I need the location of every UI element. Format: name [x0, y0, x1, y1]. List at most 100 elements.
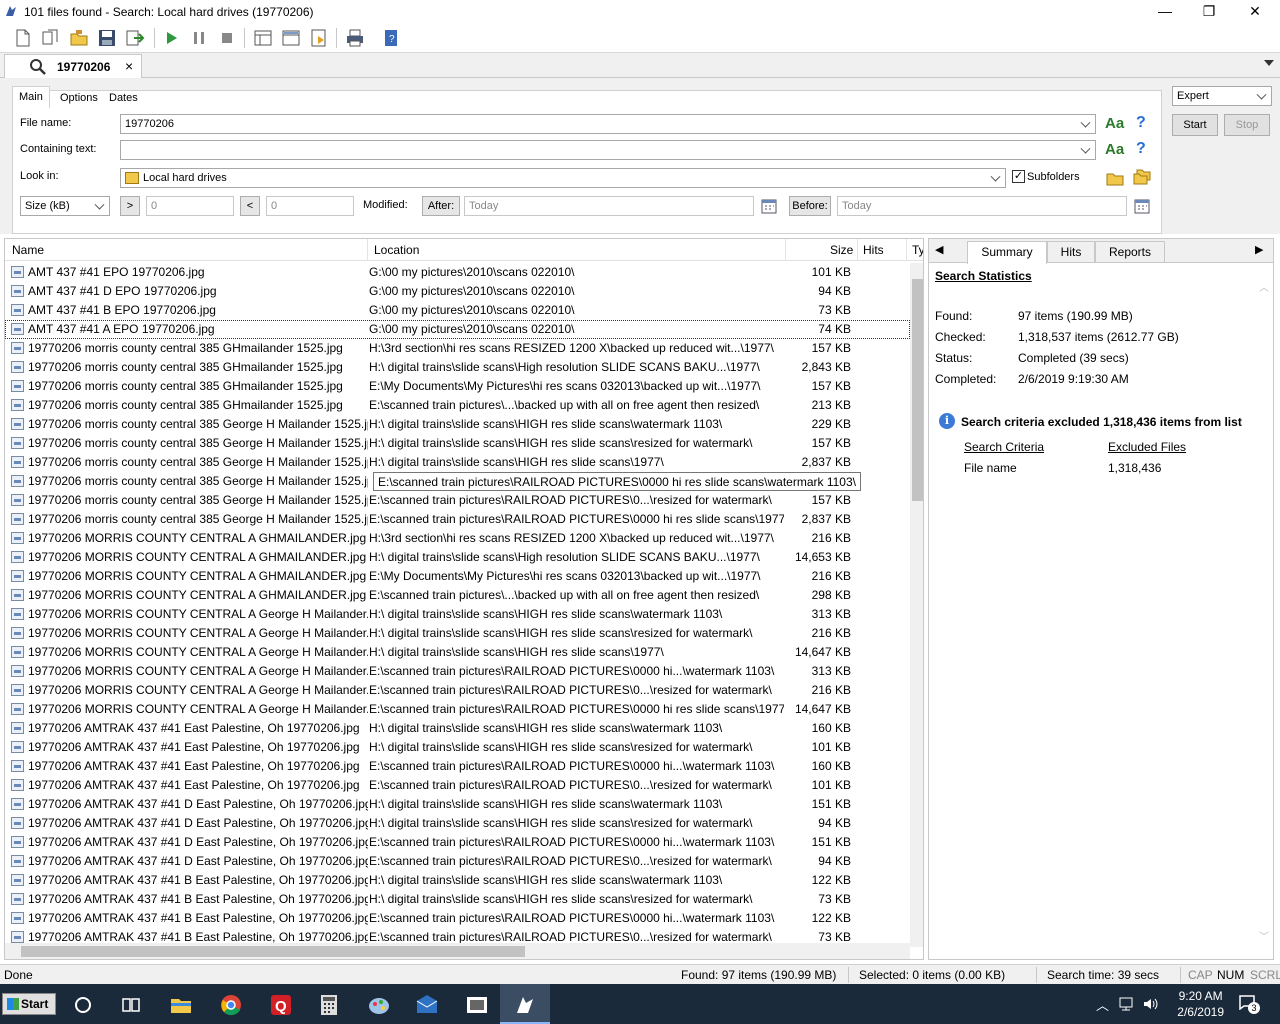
cortana-icon[interactable]	[70, 992, 96, 1018]
tab-summary[interactable]: Summary	[967, 241, 1047, 264]
new-search-icon[interactable]	[12, 27, 34, 49]
chevron-down-icon[interactable]	[1256, 89, 1267, 100]
chevron-down-icon[interactable]	[990, 171, 1001, 182]
help-book-icon[interactable]: ?	[380, 27, 402, 49]
table-row[interactable]: 19770206 AMTRAK 437 #41 East Palestine, …	[5, 719, 910, 738]
match-case-icon[interactable]: Aa	[1105, 141, 1124, 158]
table-row[interactable]: 19770206 AMTRAK 437 #41 B East Palestine…	[5, 909, 910, 928]
match-case-icon[interactable]: Aa	[1105, 115, 1124, 132]
look-in-select[interactable]: Local hard drives	[120, 168, 1006, 188]
table-row[interactable]: 19770206 morris county central 385 GHmai…	[5, 396, 910, 415]
calendar-icon[interactable]	[1134, 198, 1150, 214]
start-button[interactable]: Start	[1172, 114, 1218, 136]
tab-scroll-right-icon[interactable]: ▶	[1255, 243, 1263, 256]
chrome-icon[interactable]	[218, 992, 244, 1018]
table-row[interactable]: AMT 437 #41 B EPO 19770206.jpg G:\00 my p…	[5, 301, 910, 320]
paint-icon[interactable]	[366, 992, 392, 1018]
tab-hits[interactable]: Hits	[1047, 241, 1095, 263]
show-hidden-icons-icon[interactable]: ︿	[1096, 995, 1109, 1014]
table-row[interactable]: 19770206 MORRIS COUNTY CENTRAL A George …	[5, 643, 910, 662]
table-row[interactable]: 19770206 AMTRAK 437 #41 D East Palestine…	[5, 852, 910, 871]
table-row[interactable]: 19770206 MORRIS COUNTY CENTRAL A GHMAILA…	[5, 567, 910, 586]
tab-reports[interactable]: Reports	[1095, 241, 1165, 263]
stop-icon[interactable]	[216, 27, 238, 49]
column-header-size[interactable]: Size	[830, 243, 853, 257]
table-row[interactable]: 19770206 MORRIS COUNTY CENTRAL A GHMAILA…	[5, 586, 910, 605]
search-tab[interactable]: 19770206 ×	[4, 54, 142, 79]
subfolders-checkbox[interactable]: ✓	[1012, 170, 1025, 183]
before-button[interactable]: Before:	[789, 196, 831, 216]
mode-select[interactable]: Expert	[1172, 86, 1272, 106]
table-row[interactable]: 19770206 MORRIS COUNTY CENTRAL A George …	[5, 662, 910, 681]
start-search-icon[interactable]	[160, 27, 182, 49]
print-icon[interactable]	[344, 27, 366, 49]
table-row[interactable]: 19770206 AMTRAK 437 #41 D East Palestine…	[5, 795, 910, 814]
table-row[interactable]: 19770206 AMTRAK 437 #41 B East Palestine…	[5, 871, 910, 890]
tab-list-dropdown-icon[interactable]	[1264, 60, 1274, 66]
table-row[interactable]: 19770206 MORRIS COUNTY CENTRAL A George …	[5, 624, 910, 643]
table-row[interactable]: 19770206 morris county central 385 GHmai…	[5, 339, 910, 358]
task-view-icon[interactable]	[118, 992, 144, 1018]
before-date-input[interactable]: Today	[837, 196, 1127, 216]
table-row[interactable]: 19770206 AMTRAK 437 #41 East Palestine, …	[5, 738, 910, 757]
results-list[interactable]: Name Location Size Hits Ty AMT 437 #41 E…	[4, 238, 924, 960]
table-row[interactable]: 19770206 morris county central 385 Georg…	[5, 510, 910, 529]
search-statistics-heading[interactable]: Search Statistics	[935, 269, 1032, 283]
table-row[interactable]: AMT 437 #41 D EPO 19770206.jpg G:\00 my p…	[5, 282, 910, 301]
tab-options[interactable]: Options	[60, 92, 98, 104]
mail-icon[interactable]	[414, 992, 440, 1018]
maximize-button[interactable]: ❐	[1186, 0, 1232, 24]
close-tab-icon[interactable]: ×	[125, 58, 133, 74]
quicken-icon[interactable]: Q	[268, 992, 294, 1018]
chevron-down-icon[interactable]	[1080, 117, 1091, 128]
chevron-down-icon[interactable]	[1080, 143, 1091, 154]
chevron-down-icon[interactable]	[94, 199, 105, 210]
vertical-scrollbar[interactable]	[910, 263, 923, 947]
multiple-folders-icon[interactable]	[1133, 168, 1151, 186]
help-icon[interactable]: ?	[1136, 114, 1146, 132]
layout-icon[interactable]	[252, 27, 274, 49]
panes-icon[interactable]	[280, 27, 302, 49]
table-row[interactable]: 19770206 AMTRAK 437 #41 B East Palestine…	[5, 890, 910, 909]
pause-icon[interactable]	[188, 27, 210, 49]
open-icon[interactable]	[68, 27, 90, 49]
save-icon[interactable]	[96, 27, 118, 49]
help-icon[interactable]: ?	[1136, 140, 1146, 158]
new-window-icon[interactable]	[40, 27, 62, 49]
excluded-files-header[interactable]: Excluded Files	[1108, 440, 1186, 454]
column-header-name[interactable]: Name	[12, 243, 44, 257]
column-header-location[interactable]: Location	[374, 243, 419, 257]
minimize-button[interactable]: —	[1142, 0, 1188, 24]
size-unit-select[interactable]: Size (kB)	[20, 196, 110, 216]
calendar-icon[interactable]	[761, 198, 777, 214]
photo-app-icon[interactable]	[464, 992, 490, 1018]
table-row[interactable]: 19770206 MORRIS COUNTY CENTRAL A GHMAILA…	[5, 529, 910, 548]
column-header-hits[interactable]: Hits	[863, 243, 884, 257]
browse-folder-icon[interactable]	[1106, 170, 1124, 186]
table-row[interactable]: 19770206 morris county central 385 Georg…	[5, 415, 910, 434]
table-row[interactable]: 19770206 morris county central 385 Georg…	[5, 434, 910, 453]
table-row[interactable]: 19770206 morris county central 385 GHmai…	[5, 377, 910, 396]
file-name-input[interactable]: 19770206	[120, 114, 1096, 134]
tab-dates[interactable]: Dates	[109, 92, 138, 104]
containing-text-input[interactable]	[120, 140, 1096, 160]
table-row[interactable]: 19770206 AMTRAK 437 #41 D East Palestine…	[5, 833, 910, 852]
column-header-type[interactable]: Ty	[912, 243, 923, 257]
tab-main[interactable]: Main	[12, 86, 50, 108]
table-row[interactable]: 19770206 MORRIS COUNTY CENTRAL A George …	[5, 605, 910, 624]
less-than-button[interactable]: <	[240, 196, 260, 216]
greater-than-button[interactable]: >	[120, 196, 140, 216]
calculator-icon[interactable]	[316, 992, 342, 1018]
table-row[interactable]: 19770206 AMTRAK 437 #41 East Palestine, …	[5, 776, 910, 795]
table-row[interactable]: 19770206 morris county central 385 Georg…	[5, 453, 910, 472]
min-size-input[interactable]: 0	[146, 196, 234, 216]
stop-button[interactable]: Stop	[1224, 114, 1270, 136]
taskbar-active-app[interactable]	[500, 984, 550, 1024]
table-row[interactable]: AMT 437 #41 A EPO 19770206.jpg G:\00 my p…	[5, 320, 910, 339]
table-row[interactable]: 19770206 MORRIS COUNTY CENTRAL A GHMAILA…	[5, 548, 910, 567]
search-criteria-header[interactable]: Search Criteria	[964, 440, 1044, 454]
table-row[interactable]: 19770206 morris county central 385 GHmai…	[5, 358, 910, 377]
file-explorer-icon[interactable]	[168, 992, 194, 1018]
system-clock[interactable]: 9:20 AM 2/6/2019	[1177, 988, 1224, 1020]
volume-icon[interactable]	[1142, 996, 1160, 1012]
